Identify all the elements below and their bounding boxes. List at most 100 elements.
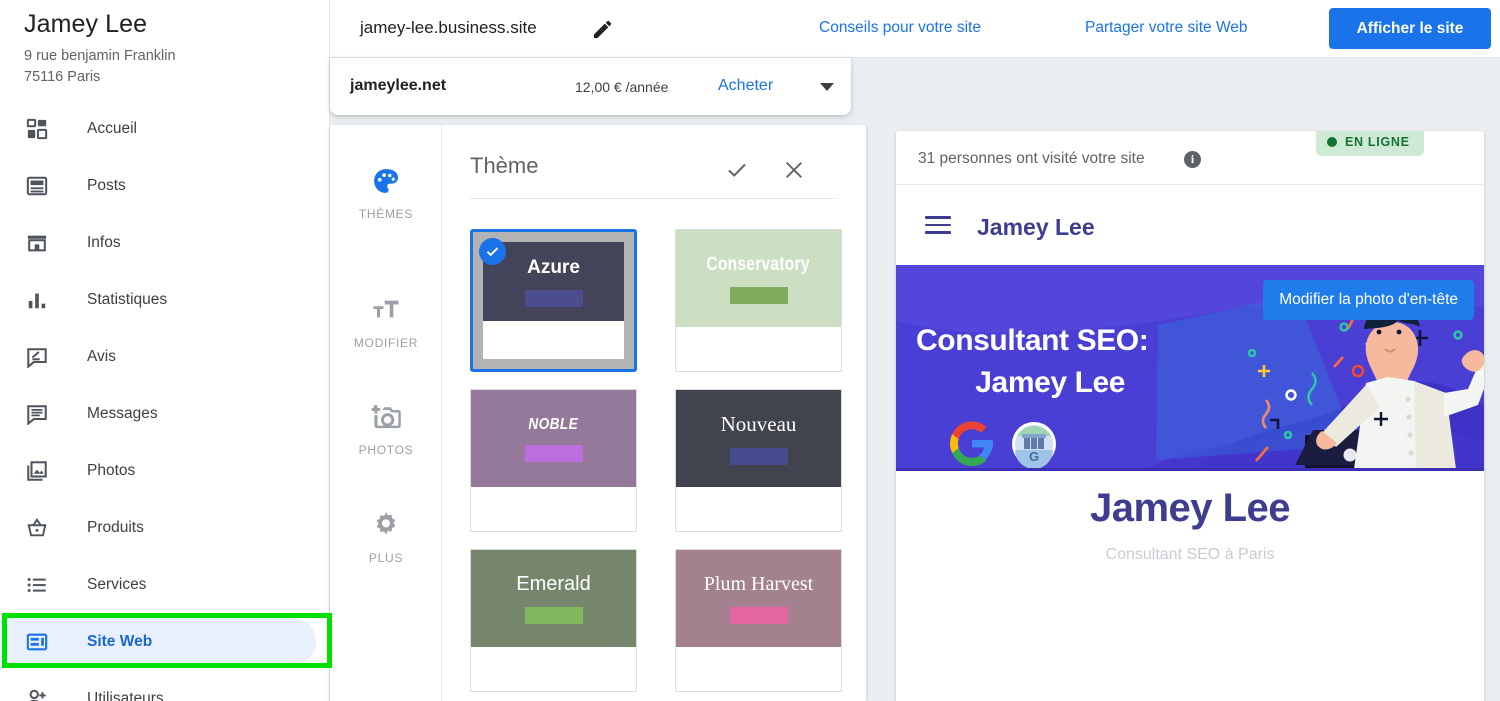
confirm-theme-icon[interactable] <box>722 155 752 185</box>
theme-swatch <box>524 289 583 307</box>
sidebar: Jamey Lee 9 rue benjamin Franklin 75116 … <box>0 0 330 701</box>
hero-logos: G <box>948 420 1058 470</box>
theme-preview-nouveau: Nouveau <box>676 390 841 487</box>
domain-name: jameylee.net <box>350 77 447 94</box>
site-editor-panel: THÈMES MODIFIER PHOTOS PLUS Thème Azure … <box>330 125 866 701</box>
sidebar-item-label: Accueil <box>87 119 137 137</box>
bar-chart-icon <box>24 287 50 313</box>
address-line-1: 9 rue benjamin Franklin <box>24 48 176 64</box>
hero-bottom-rule <box>896 468 1484 471</box>
gear-icon <box>330 505 442 545</box>
sidebar-nav: Accueil Posts Infos Statistiques Avis Me… <box>0 100 329 701</box>
dashboard-icon <box>24 116 50 142</box>
status-badge-label: EN LIGNE <box>1345 134 1410 149</box>
sidebar-item-photos[interactable]: Photos <box>0 442 329 499</box>
hero-banner: Consultant SEO: Jamey Lee G Modifier la … <box>896 265 1484 470</box>
sidebar-item-produits[interactable]: Produits <box>0 499 329 556</box>
tips-link[interactable]: Conseils pour votre site <box>819 19 981 37</box>
info-icon[interactable]: i <box>1184 151 1201 168</box>
svg-text:G: G <box>1029 449 1039 464</box>
status-badge: EN LIGNE <box>1316 131 1424 156</box>
palette-icon <box>330 161 442 201</box>
theme-card-noble[interactable]: NOBLE <box>470 389 637 532</box>
theme-name: Plum Harvest <box>703 573 814 595</box>
theme-preview-emerald: Emerald <box>471 550 636 647</box>
post-icon <box>24 173 50 199</box>
basket-icon <box>24 515 50 541</box>
sidebar-item-label: Posts <box>87 176 126 194</box>
close-panel-icon[interactable] <box>779 155 809 185</box>
add-photo-icon <box>330 397 442 437</box>
domain-price: 12,00 € /année <box>575 79 669 95</box>
buy-domain-link[interactable]: Acheter <box>718 77 773 95</box>
sidebar-item-label: Infos <box>87 233 121 251</box>
sidebar-item-site-web[interactable]: Site Web <box>0 613 329 670</box>
hero-heading-line-1: Consultant SEO: <box>916 324 1149 357</box>
rail-item-label: THÈMES <box>358 207 414 221</box>
sidebar-item-label: Produits <box>87 518 144 536</box>
preview-site-title: Jamey Lee <box>977 214 1095 240</box>
theme-name: Nouveau <box>720 412 797 436</box>
storefront-icon <box>24 230 50 256</box>
theme-card-plum-harvest[interactable]: Plum Harvest <box>675 549 842 692</box>
photo-library-icon <box>24 458 50 484</box>
theme-name: NOBLE <box>528 415 579 433</box>
visits-count-text: 31 personnes ont visité votre site <box>918 150 1145 167</box>
theme-card-azure[interactable]: Azure <box>470 229 637 372</box>
business-address: 9 rue benjamin Franklin 75116 Paris <box>24 46 176 88</box>
sidebar-item-label: Avis <box>87 347 117 365</box>
sidebar-item-statistiques[interactable]: Statistiques <box>0 271 329 328</box>
sidebar-item-services[interactable]: Services <box>0 556 329 613</box>
sidebar-item-label: Site Web <box>87 632 153 650</box>
rail-item-plus[interactable]: PLUS <box>330 505 442 565</box>
theme-card-nouveau[interactable]: Nouveau <box>675 389 842 532</box>
sidebar-item-label: Messages <box>87 404 158 422</box>
editor-tool-rail: THÈMES MODIFIER PHOTOS PLUS <box>330 125 442 701</box>
address-line-2: 75116 Paris <box>24 69 101 85</box>
domain-suggestion-card: jameylee.net 12,00 € /année Acheter <box>330 58 851 115</box>
theme-panel: Thème Azure Conservatory NOBLE Nouveau E… <box>442 125 866 701</box>
rail-item-label: MODIFIER <box>353 336 419 350</box>
rail-item-photos[interactable]: PHOTOS <box>330 397 442 457</box>
hero-heading: Consultant SEO: Jamey Lee <box>916 320 1149 404</box>
google-g-logo <box>948 420 996 470</box>
rail-item-themes[interactable]: THÈMES <box>330 161 442 221</box>
website-icon <box>24 629 50 655</box>
theme-name: Conservatory <box>706 253 811 275</box>
theme-card-conservatory[interactable]: Conservatory <box>675 229 842 372</box>
sidebar-item-accueil[interactable]: Accueil <box>0 100 329 157</box>
panel-divider <box>470 198 838 199</box>
rail-item-label: PHOTOS <box>358 443 414 457</box>
panel-title: Thème <box>470 153 539 178</box>
theme-preview-conservatory: Conservatory <box>676 230 841 327</box>
share-site-link[interactable]: Partager votre site Web <box>1085 19 1248 37</box>
sidebar-item-utilisateurs[interactable]: Utilisateurs <box>0 670 329 701</box>
sidebar-item-messages[interactable]: Messages <box>0 385 329 442</box>
sidebar-item-infos[interactable]: Infos <box>0 214 329 271</box>
hamburger-menu-icon[interactable] <box>925 216 951 239</box>
view-site-button[interactable]: Afficher le site <box>1329 8 1491 49</box>
preview-page-subtext: Consultant SEO à Paris <box>1105 546 1275 563</box>
site-preview-panel: 31 personnes ont visité votre site i EN … <box>896 131 1484 701</box>
business-name: Jamey Lee <box>24 10 148 38</box>
site-url-label: jamey-lee.business.site <box>360 18 537 37</box>
sidebar-item-label: Utilisateurs <box>87 689 164 701</box>
sidebar-item-posts[interactable]: Posts <box>0 157 329 214</box>
pencil-icon[interactable] <box>585 12 619 46</box>
top-bar: jamey-lee.business.site Conseils pour vo… <box>330 0 1500 58</box>
theme-preview-plum-harvest: Plum Harvest <box>676 550 841 647</box>
hero-heading-line-2: Jamey Lee <box>975 366 1126 399</box>
theme-card-emerald[interactable]: Emerald <box>470 549 637 692</box>
sidebar-item-label: Photos <box>87 461 136 479</box>
review-comment-icon <box>24 344 50 370</box>
google-my-business-logo: G <box>1010 420 1058 470</box>
theme-swatch <box>729 286 788 304</box>
chevron-down-icon[interactable] <box>820 83 834 91</box>
rail-item-modifier[interactable]: MODIFIER <box>330 290 442 350</box>
rail-item-label: PLUS <box>368 551 404 565</box>
sidebar-item-avis[interactable]: Avis <box>0 328 329 385</box>
edit-header-photo-button[interactable]: Modifier la photo d'en-tête <box>1263 280 1474 320</box>
preview-page-heading: Jamey Lee <box>1089 486 1291 530</box>
theme-name: Azure <box>527 256 580 278</box>
app-root: Jamey Lee 9 rue benjamin Franklin 75116 … <box>0 0 1500 701</box>
